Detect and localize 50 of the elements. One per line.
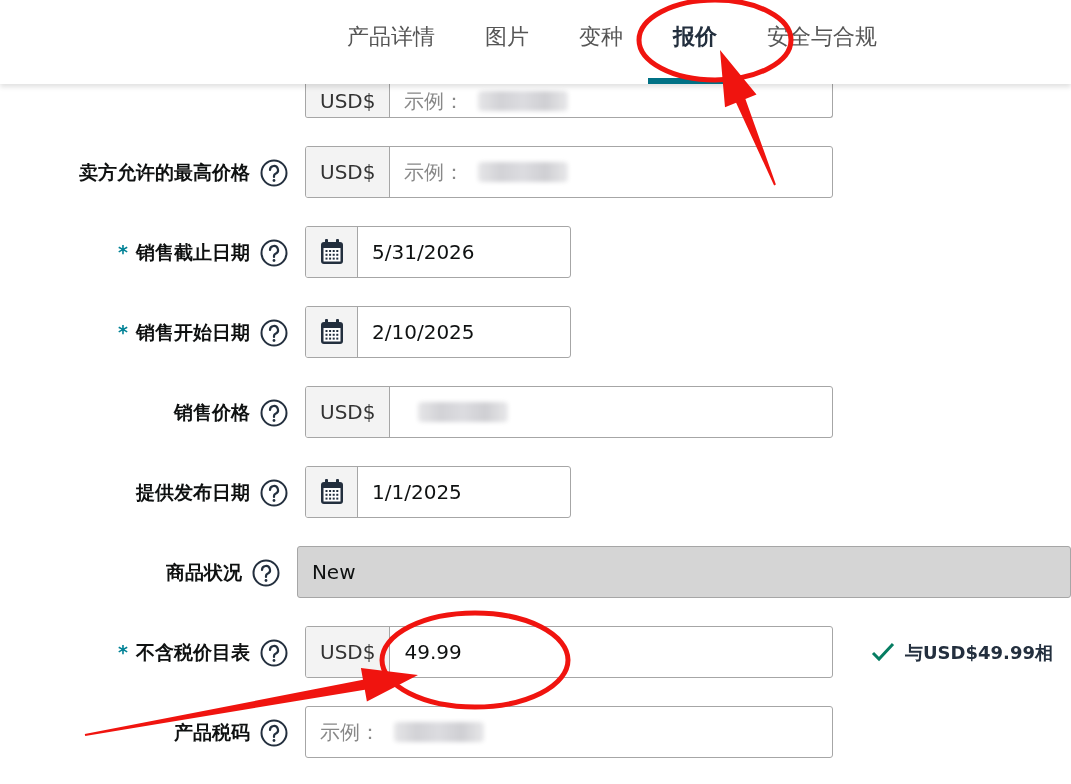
tab[interactable]: 变种 [554, 0, 648, 84]
field-label: 不含税价目表 [136, 639, 250, 665]
required-marker: * [118, 239, 128, 265]
help-icon[interactable] [260, 639, 288, 667]
field-value: 5/31/2026 [371, 239, 476, 266]
tab[interactable]: 图片 [460, 0, 554, 84]
placeholder-text: 示例： [319, 719, 381, 746]
field-label: 销售开始日期 [136, 319, 250, 345]
input-field[interactable]: 示例： [305, 706, 833, 758]
field-label: 商品状况 [165, 559, 242, 585]
price-field[interactable]: USD$ 49.99 [305, 626, 833, 678]
currency-prefix: USD$ [306, 387, 391, 437]
date-field[interactable]: 2/10/2025 [305, 306, 571, 358]
help-icon[interactable] [251, 559, 280, 587]
placeholder-text: 示例： [403, 159, 466, 186]
price-field[interactable]: USD$ 示例： [305, 84, 833, 118]
field-value: 2/10/2025 [371, 319, 476, 346]
currency-prefix: USD$ [306, 84, 391, 117]
help-icon[interactable] [260, 239, 288, 267]
calendar-button[interactable] [306, 307, 358, 357]
date-field[interactable]: 5/31/2026 [305, 226, 571, 278]
calendar-icon [318, 318, 345, 346]
calendar-icon [318, 238, 345, 266]
help-icon[interactable] [260, 159, 288, 187]
field-label: 卖方允许的最高价格 [79, 159, 250, 185]
currency-prefix: USD$ [306, 627, 391, 677]
date-field[interactable]: 1/1/2025 [305, 466, 571, 518]
required-marker: * [118, 639, 128, 665]
calendar-button[interactable] [306, 467, 358, 517]
field-label: 提供发布日期 [136, 479, 250, 505]
field-value: New [310, 559, 357, 586]
currency-prefix: USD$ [306, 147, 391, 197]
validation-message: 与USD$49.99相 [905, 640, 1053, 665]
field-value: 49.99 [403, 639, 463, 666]
price-field[interactable]: USD$ [305, 386, 833, 438]
help-icon[interactable] [260, 399, 288, 427]
calendar-button[interactable] [306, 227, 358, 277]
calendar-icon [318, 478, 345, 506]
field-label: 销售价格 [174, 399, 250, 425]
check-icon [871, 642, 895, 662]
tab[interactable]: 产品详情 [322, 0, 460, 84]
field-value: 1/1/2025 [371, 479, 463, 506]
help-icon[interactable] [260, 479, 288, 507]
required-marker: * [118, 319, 128, 345]
placeholder-text: 示例： [403, 87, 466, 115]
help-icon[interactable] [260, 319, 288, 347]
field-label: 产品税码 [174, 719, 250, 745]
price-field[interactable]: USD$ 示例： [305, 146, 833, 198]
help-icon[interactable] [260, 719, 288, 747]
field-label: 销售截止日期 [136, 239, 250, 265]
